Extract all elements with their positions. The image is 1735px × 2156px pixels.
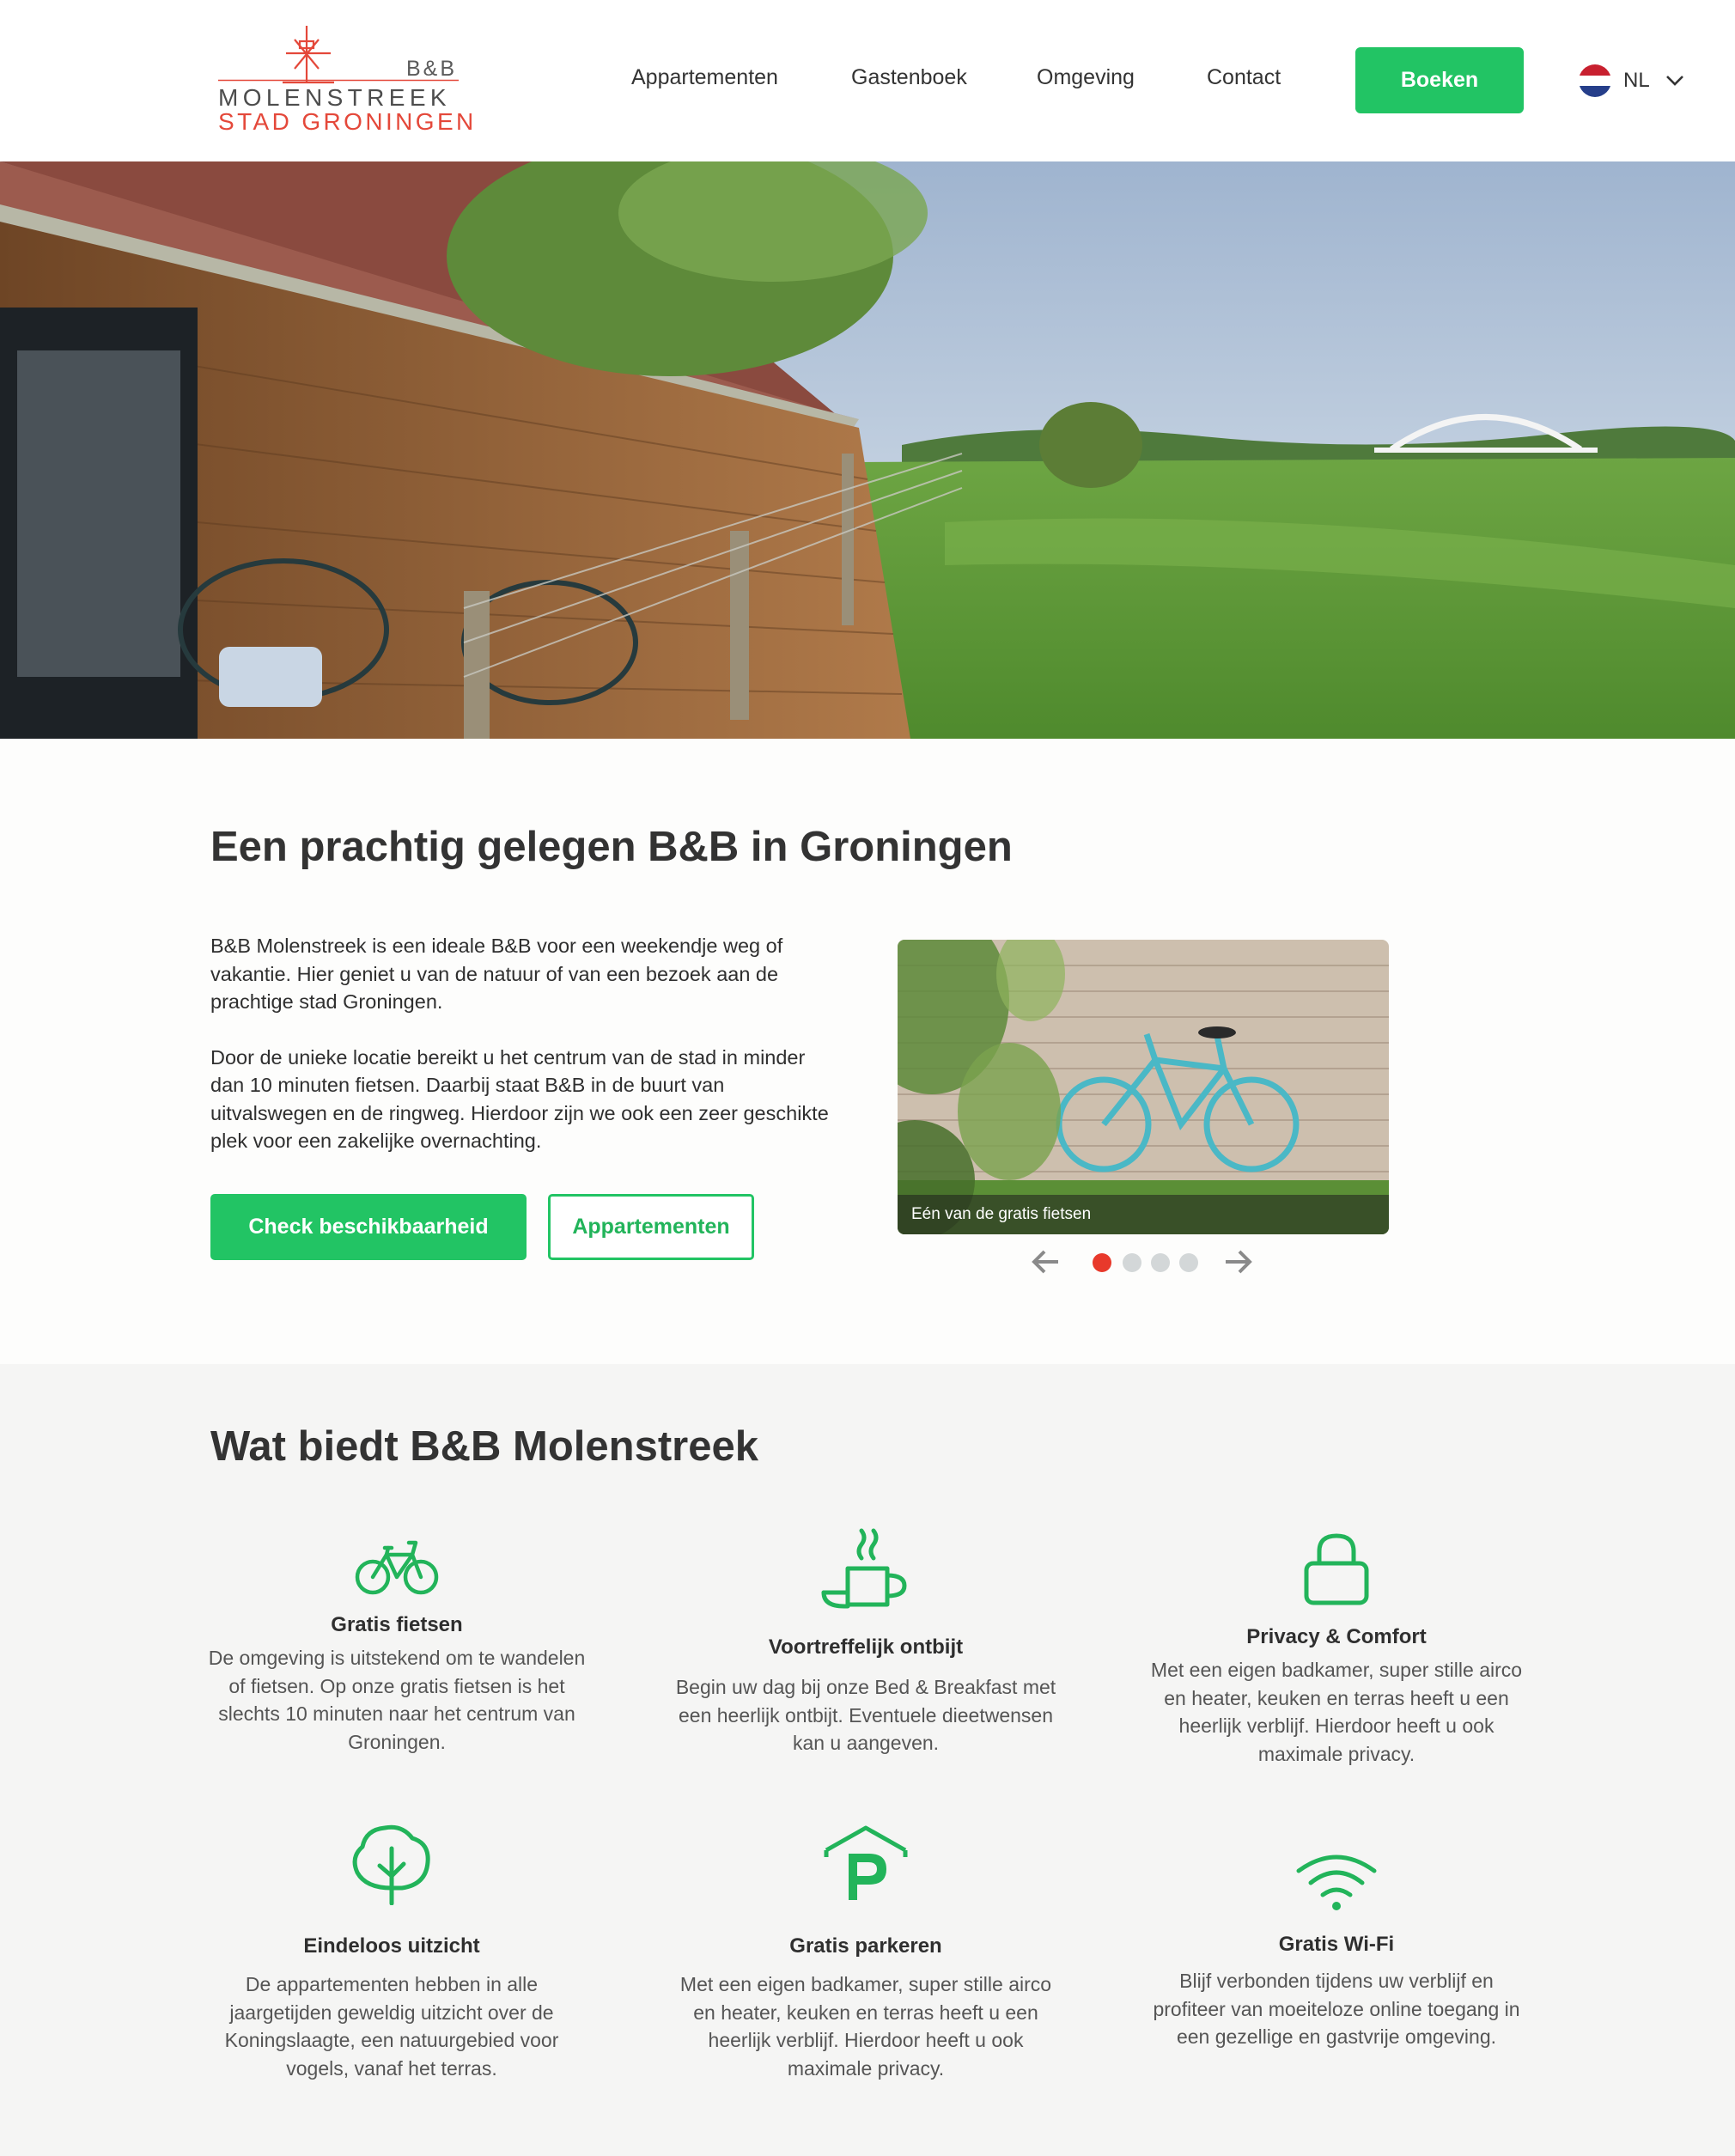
site-header: B&B MOLENSTREEK STAD GRONINGEN Apparteme… <box>0 0 1735 161</box>
bicycle-photo <box>898 940 1389 1234</box>
feature-text: Blijf verbonden tijdens uw verblijf en p… <box>1153 1970 1520 2048</box>
slider-image[interactable]: Eén van de gratis fietsen <box>898 940 1389 1234</box>
logo-bb-text: B&B <box>405 57 457 81</box>
feature-text: Met een eigen badkamer, super stille air… <box>679 1973 1052 2080</box>
slider-dot-active[interactable] <box>1093 1253 1111 1272</box>
tree-icon <box>352 1824 430 1905</box>
nav-omgeving[interactable]: Omgeving <box>1037 65 1135 90</box>
feature-text: Met een eigen badkamer, super stille air… <box>1150 1659 1523 1765</box>
nav-gastenboek[interactable]: Gastenboek <box>851 65 967 90</box>
intro-paragraph: Door de unieke locatie bereikt u het cen… <box>210 1045 829 1153</box>
chevron-down-icon <box>1665 76 1683 86</box>
feature-title: Gratis fietsen <box>331 1613 463 1636</box>
intro-text: B&B Molenstreek is een ideale B&B voor e… <box>210 932 842 1183</box>
dutch-flag-icon <box>1579 64 1611 97</box>
wifi-icon <box>1296 1855 1377 1910</box>
feature-text: De appartementen hebben in alle jaargeti… <box>224 1973 559 2080</box>
feature-title: Eindeloos uitzicht <box>303 1934 480 1958</box>
hero-image <box>0 161 1735 739</box>
parking-icon <box>824 1825 908 1900</box>
slide-caption: Eén van de gratis fietsen <box>898 1195 1389 1234</box>
intro-title: Een prachtig gelegen B&B in Groningen <box>210 824 1013 870</box>
feature-text: De omgeving is uitstekend om te wandelen… <box>208 1647 586 1753</box>
intro-paragraph: B&B Molenstreek is een ideale B&B voor e… <box>210 935 783 1013</box>
hero-landscape-photo <box>0 161 1735 739</box>
language-label: NL <box>1623 69 1650 92</box>
check-availability-button[interactable]: Check beschikbaarheid <box>210 1194 527 1260</box>
nav-contact[interactable]: Contact <box>1207 65 1281 90</box>
feature-item: Voortreffelijk ontbijt Begin uw dag bij … <box>673 1527 1059 1757</box>
feature-title: Voortreffelijk ontbijt <box>768 1635 964 1659</box>
feature-item: Privacy & Comfort Met een eigen badkamer… <box>1143 1532 1530 1768</box>
logo-city: STAD GRONINGEN <box>218 108 477 135</box>
coffee-cup-icon <box>821 1528 907 1609</box>
slider-dot[interactable] <box>1179 1253 1198 1272</box>
feature-item: Gratis Wi-Fi Blijf verbonden tijdens uw … <box>1143 1852 1530 2051</box>
language-selector[interactable]: NL <box>1579 62 1684 100</box>
feature-item: Gratis fietsen De omgeving is uitstekend… <box>204 1536 590 1756</box>
arrow-left-icon[interactable] <box>1031 1249 1060 1275</box>
apartments-button[interactable]: Appartementen <box>548 1194 754 1260</box>
site-logo[interactable]: B&B MOLENSTREEK STAD GRONINGEN <box>218 24 473 135</box>
feature-item: Gratis parkeren Met een eigen badkamer, … <box>673 1823 1059 2082</box>
slider-dot[interactable] <box>1151 1253 1170 1272</box>
arrow-right-icon[interactable] <box>1224 1249 1253 1275</box>
feature-text: Begin uw dag bij onze Bed & Breakfast me… <box>675 1676 1056 1754</box>
lock-icon <box>1304 1533 1369 1605</box>
feature-title: Gratis Wi-Fi <box>1278 1933 1395 1956</box>
feature-item: Eindeloos uitzicht De appartementen hebb… <box>198 1823 585 2082</box>
book-button[interactable]: Boeken <box>1355 47 1524 113</box>
feature-title: Gratis parkeren <box>789 1934 942 1958</box>
nav-appartementen[interactable]: Appartementen <box>631 65 778 90</box>
feature-title: Privacy & Comfort <box>1246 1625 1427 1648</box>
slider-controls <box>1031 1244 1258 1280</box>
features-title: Wat biedt B&B Molenstreek <box>210 1423 758 1470</box>
bicycle-icon <box>355 1540 439 1595</box>
windmill-logo-icon <box>283 26 334 84</box>
logo-rule <box>218 79 459 82</box>
slider-dot[interactable] <box>1123 1253 1141 1272</box>
features-section: Wat biedt B&B Molenstreek Gratis fietsen… <box>0 1364 1735 2156</box>
